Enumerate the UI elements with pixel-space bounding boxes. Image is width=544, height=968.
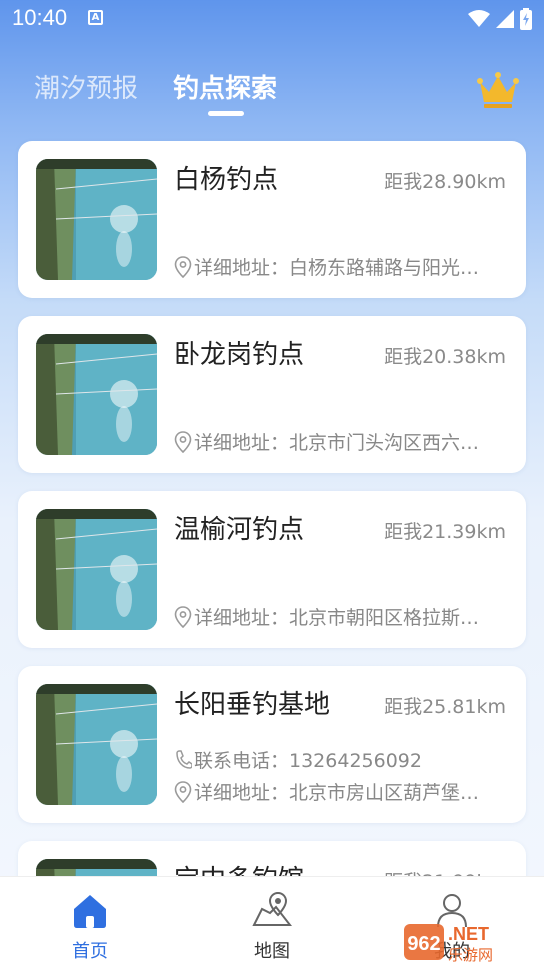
spot-card[interactable]: 卧龙岗钓点 距我20.38km 详细地址：北京市门头沟区西六… — [18, 316, 526, 473]
spot-distance: 距我28.90km — [384, 171, 506, 193]
home-icon — [74, 895, 106, 928]
spot-thumbnail — [36, 684, 157, 805]
spot-distance: 距我21.39km — [384, 521, 506, 543]
spot-distance: 距我25.81km — [384, 696, 506, 718]
battery-icon — [520, 8, 532, 30]
spot-name: 卧龙岗钓点 — [174, 340, 305, 370]
spot-address-row: 详细地址：白杨东路辅路与阳光… — [174, 253, 508, 280]
crown-icon[interactable] — [476, 70, 520, 110]
tab-tide-forecast[interactable]: 潮汐预报 — [34, 68, 138, 105]
spot-thumbnail — [36, 509, 157, 630]
spot-card[interactable]: 白杨钓点 距我28.90km 详细地址：白杨东路辅路与阳光… — [18, 141, 526, 298]
location-pin-icon — [174, 780, 192, 803]
spot-name: 白杨钓点 — [174, 165, 279, 195]
wifi-icon — [468, 10, 490, 27]
location-pin-icon — [174, 255, 192, 278]
status-bar: 10:40 A — [0, 0, 544, 36]
svg-text:.NET: .NET — [448, 924, 489, 944]
spot-phone: 联系电话：13264256092 — [194, 750, 422, 772]
status-icons — [468, 8, 532, 30]
spot-distance: 距我20.38km — [384, 346, 506, 368]
tab-fishing-spots[interactable]: 钓点探索 — [173, 68, 277, 105]
svg-text:乐游网: 乐游网 — [448, 946, 493, 964]
spot-thumbnail — [36, 334, 157, 455]
nav-home-label: 首页 — [72, 941, 108, 962]
location-pin-icon — [174, 605, 192, 628]
nav-map-label: 地图 — [254, 941, 290, 962]
nav-map[interactable]: 地图 — [212, 877, 332, 968]
notification-a-icon: A — [88, 10, 103, 25]
spot-thumbnail — [36, 159, 157, 280]
phone-icon — [176, 749, 192, 769]
spot-card[interactable]: 长阳垂钓基地 距我25.81km 联系电话：13264256092 详细地址：北… — [18, 666, 526, 823]
map-icon — [252, 891, 292, 926]
spot-address: 详细地址：北京市房山区葫芦堡… — [194, 782, 480, 804]
signal-icon — [496, 10, 514, 28]
nav-home[interactable]: 首页 — [30, 877, 150, 968]
spot-address: 详细地址：白杨东路辅路与阳光… — [194, 257, 480, 279]
spot-name: 长阳垂钓基地 — [174, 690, 331, 720]
spot-address-row: 详细地址：北京市朝阳区格拉斯… — [174, 603, 508, 630]
spot-address: 详细地址：北京市朝阳区格拉斯… — [194, 607, 480, 629]
spot-address: 详细地址：北京市门头沟区西六… — [194, 432, 480, 454]
spot-address-row: 详细地址：北京市房山区葫芦堡… — [174, 778, 508, 805]
site-watermark: 962 .NET 乐游网 — [404, 924, 493, 964]
spot-address-row: 详细地址：北京市门头沟区西六… — [174, 428, 508, 455]
top-tabs: 潮汐预报 钓点探索 — [0, 60, 544, 120]
location-pin-icon — [174, 430, 192, 453]
spot-name: 温榆河钓点 — [174, 515, 305, 545]
svg-text:962: 962 — [407, 933, 440, 955]
spot-phone-row[interactable]: 联系电话：13264256092 — [174, 746, 508, 773]
spot-card[interactable]: 温榆河钓点 距我21.39km 详细地址：北京市朝阳区格拉斯… — [18, 491, 526, 648]
active-tab-indicator — [208, 111, 244, 116]
status-time: 10:40 — [12, 5, 68, 30]
